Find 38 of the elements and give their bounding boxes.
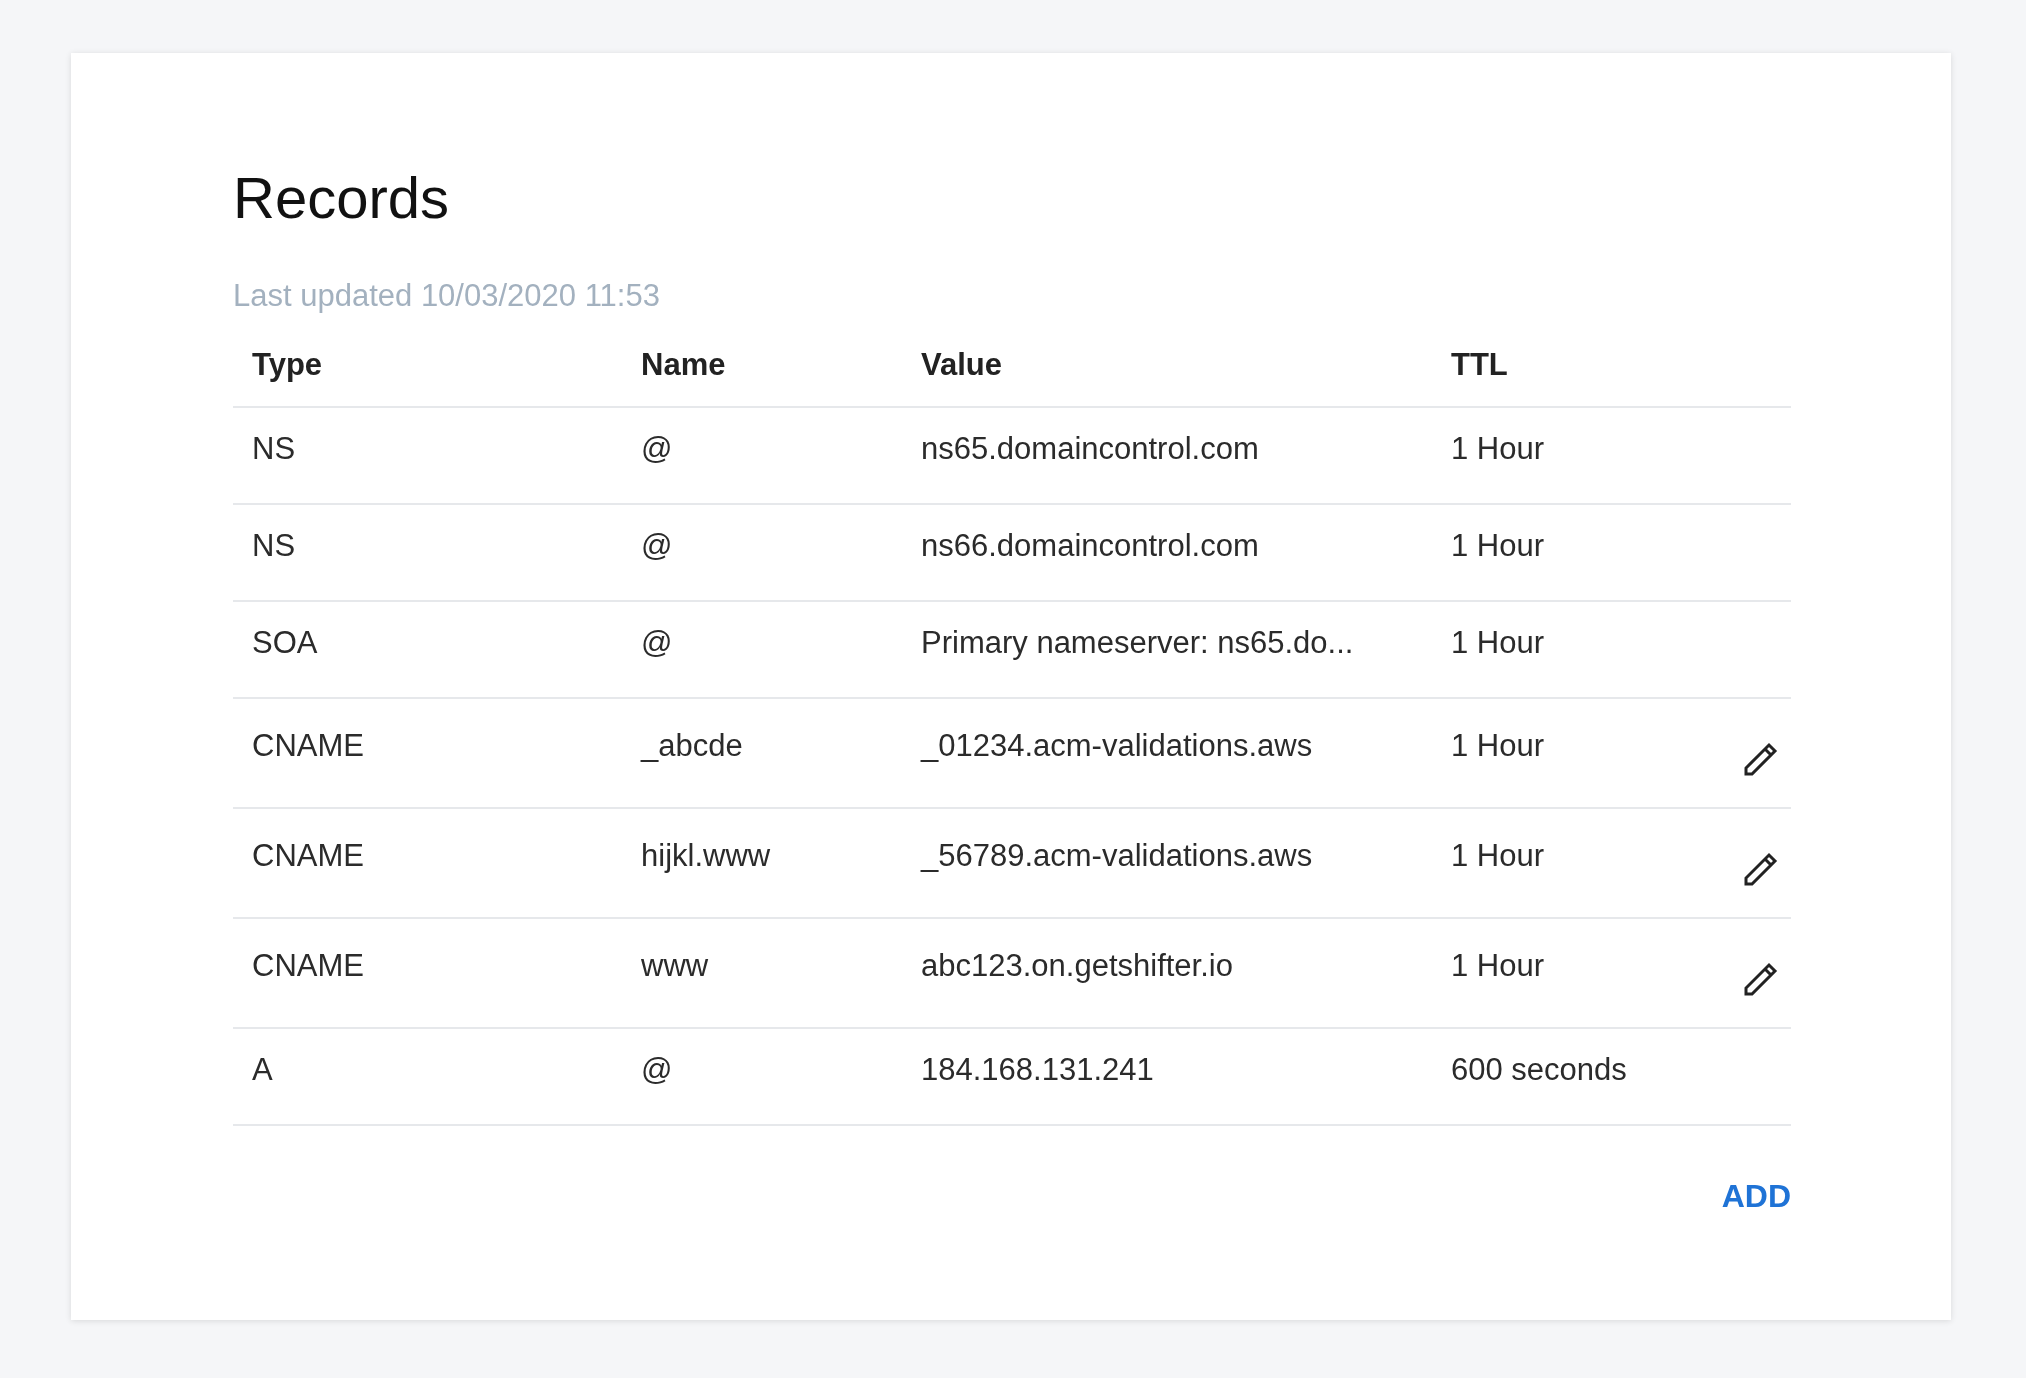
table-cell: 184.168.131.241	[921, 1052, 1154, 1087]
column-header: Type	[252, 346, 323, 382]
table-cell: 1 Hour	[1451, 431, 1545, 466]
table-cell: CNAME	[252, 728, 364, 763]
table-cell: _01234.acm-validations.aws	[921, 728, 1313, 763]
table-cell: NS	[252, 431, 296, 466]
table-cell: @	[641, 431, 673, 466]
table-cell: _abcde	[641, 728, 743, 763]
table-cell: 1 Hour	[1451, 625, 1545, 660]
table-cell: CNAME	[252, 838, 364, 873]
table-cell: 600 seconds	[1451, 1052, 1627, 1087]
table-cell: @	[641, 528, 673, 563]
pencil-icon[interactable]	[1743, 961, 1779, 997]
table-cell: 1 Hour	[1451, 528, 1545, 563]
last-updated-text: Last updated 10/03/2020 11:53	[233, 277, 660, 315]
table-cell: 1 Hour	[1451, 948, 1545, 983]
table-cell: 1 Hour	[1451, 728, 1545, 763]
add-button[interactable]: ADD	[1721, 1176, 1791, 1216]
column-header: TTL	[1451, 346, 1508, 382]
table-cell: ns66.domaincontrol.com	[921, 528, 1259, 563]
table-cell: ns65.domaincontrol.com	[921, 431, 1259, 466]
page-title: Records	[233, 164, 449, 232]
table-cell: _56789.acm-validations.aws	[921, 838, 1313, 873]
table-cell: SOA	[252, 625, 318, 660]
column-header: Name	[641, 346, 726, 382]
table-cell: abc123.on.getshifter.io	[921, 948, 1233, 983]
table-cell: Primary nameserver: ns65.do...	[921, 625, 1354, 660]
table-cell: hijkl.www	[641, 838, 771, 873]
table-cell: A	[252, 1052, 273, 1087]
table-cell: www	[641, 948, 709, 983]
table-cell: @	[641, 1052, 673, 1087]
table-cell: @	[641, 625, 673, 660]
table-cell: 1 Hour	[1451, 838, 1545, 873]
table-cell: NS	[252, 528, 296, 563]
table-cell: CNAME	[252, 948, 364, 983]
pencil-icon[interactable]	[1743, 851, 1779, 887]
pencil-icon[interactable]	[1743, 741, 1779, 777]
column-header: Value	[921, 346, 1002, 382]
